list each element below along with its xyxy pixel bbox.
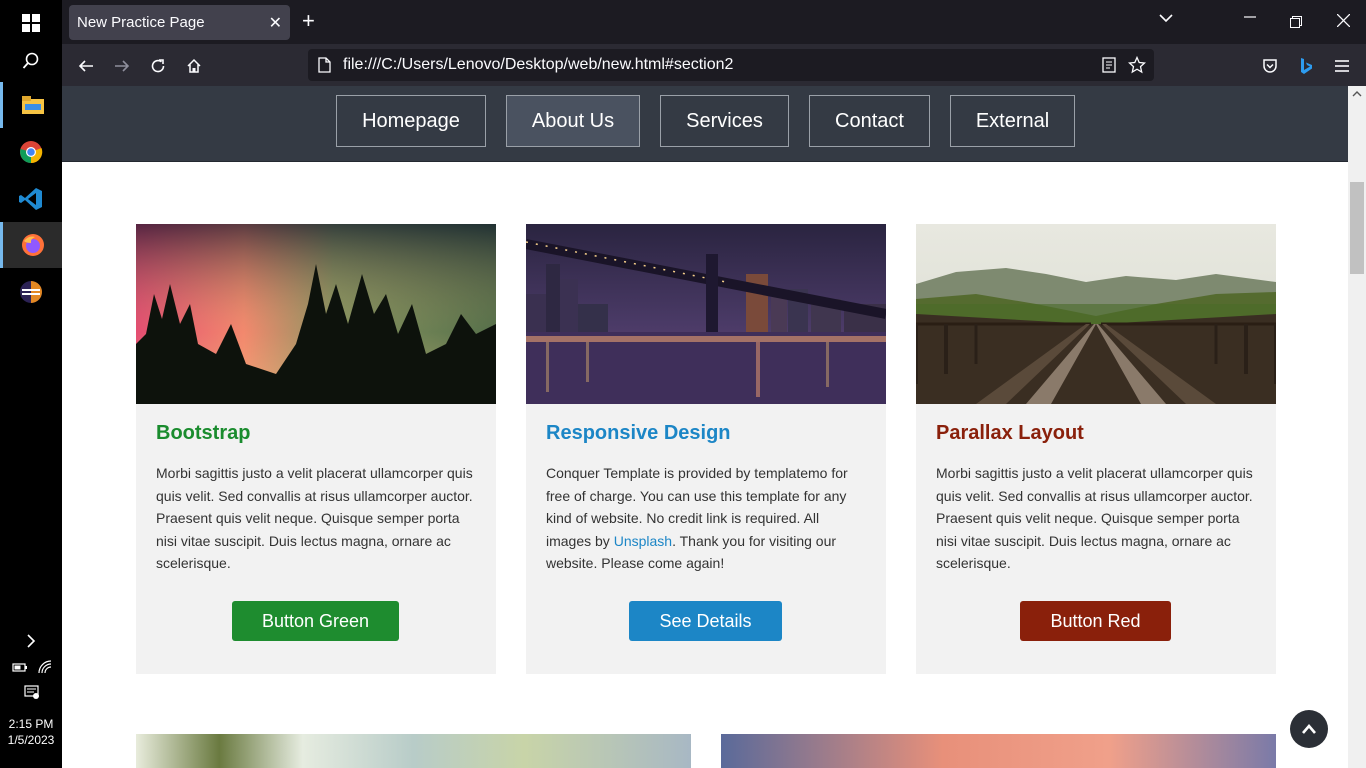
home-icon[interactable] [183,55,205,77]
button-green[interactable]: Button Green [232,601,399,641]
windows-taskbar: 2:15 PM 1/5/2023 [0,0,62,768]
scroll-up-arrow-icon[interactable] [1352,90,1362,98]
card-parallax-layout: Parallax Layout Morbi sagittis justo a v… [916,224,1276,674]
site-navigation: Homepage About Us Services Contact Exter… [62,86,1348,162]
nav-services[interactable]: Services [660,95,789,147]
nav-external[interactable]: External [950,95,1075,147]
web-page: Homepage About Us Services Contact Exter… [62,86,1348,768]
page-scrollbar[interactable] [1348,86,1366,768]
reload-icon[interactable] [147,55,169,77]
file-page-icon [318,57,331,78]
card-text: Conquer Template is provided by template… [546,462,868,575]
blurred-photo-image [136,734,691,768]
sunset-sky-image [721,734,1276,768]
restore-icon[interactable] [1290,15,1302,33]
reader-view-icon[interactable] [1102,57,1116,78]
see-details-button[interactable]: See Details [629,601,782,641]
notification-icon[interactable] [24,684,40,705]
list-all-tabs-icon[interactable] [1158,10,1174,31]
back-arrow-icon[interactable] [75,55,97,77]
battery-icon[interactable] [12,660,28,678]
menu-hamburger-icon[interactable] [1331,55,1353,77]
browser-toolbar: file:///C:/Users/Lenovo/Desktop/web/new.… [62,44,1366,86]
railway-bridge-image [916,224,1276,404]
bookmark-star-icon[interactable] [1127,55,1147,79]
browser-tab[interactable]: New Practice Page ✕ [69,5,290,40]
card-text: Morbi sagittis justo a velit placerat ul… [936,465,1253,571]
aurora-forest-image [136,224,496,404]
vscode-icon[interactable] [0,176,62,222]
card-title: Parallax Layout [936,422,1084,444]
new-tab-icon[interactable]: + [302,10,315,32]
city-bridge-image [526,224,886,404]
card-text: Morbi sagittis justo a velit placerat ul… [156,465,473,571]
browser-tab-bar: New Practice Page ✕ + [62,0,1366,44]
pocket-icon[interactable] [1259,55,1281,77]
scrollbar-thumb[interactable] [1350,182,1364,274]
nav-contact[interactable]: Contact [809,95,930,147]
chevron-right-icon[interactable] [0,619,62,663]
file-explorer-icon[interactable] [0,82,62,128]
card-responsive-design: Responsive Design Conquer Template is pr… [526,224,886,674]
card-title: Responsive Design [546,422,731,444]
scroll-to-top-button[interactable] [1290,710,1328,748]
close-window-icon[interactable] [1336,13,1351,32]
clock-time: 2:15 PM [8,717,54,731]
firefox-icon[interactable] [0,222,62,268]
chrome-icon[interactable] [0,129,62,175]
nav-homepage[interactable]: Homepage [336,95,486,147]
minimize-icon[interactable] [1244,6,1256,33]
forward-arrow-icon[interactable] [111,55,133,77]
address-bar[interactable]: file:///C:/Users/Lenovo/Desktop/web/new.… [308,49,1154,81]
wifi-icon[interactable] [38,660,52,679]
tab-title: New Practice Page [77,14,205,31]
chevron-up-icon [1302,724,1316,734]
url-text: file:///C:/Users/Lenovo/Desktop/web/new.… [343,56,734,73]
eclipse-icon[interactable] [0,269,62,315]
search-icon[interactable] [0,38,62,84]
button-red[interactable]: Button Red [1020,601,1171,641]
system-clock[interactable]: 2:15 PM 1/5/2023 [0,716,62,748]
bing-icon[interactable] [1295,55,1317,77]
nav-about-us[interactable]: About Us [506,95,640,147]
unsplash-link[interactable]: Unsplash [614,533,672,549]
clock-date: 1/5/2023 [7,733,55,747]
card-title: Bootstrap [156,422,251,444]
close-tab-icon[interactable]: ✕ [269,13,282,33]
card-bootstrap: Bootstrap Morbi sagittis justo a velit p… [136,224,496,674]
